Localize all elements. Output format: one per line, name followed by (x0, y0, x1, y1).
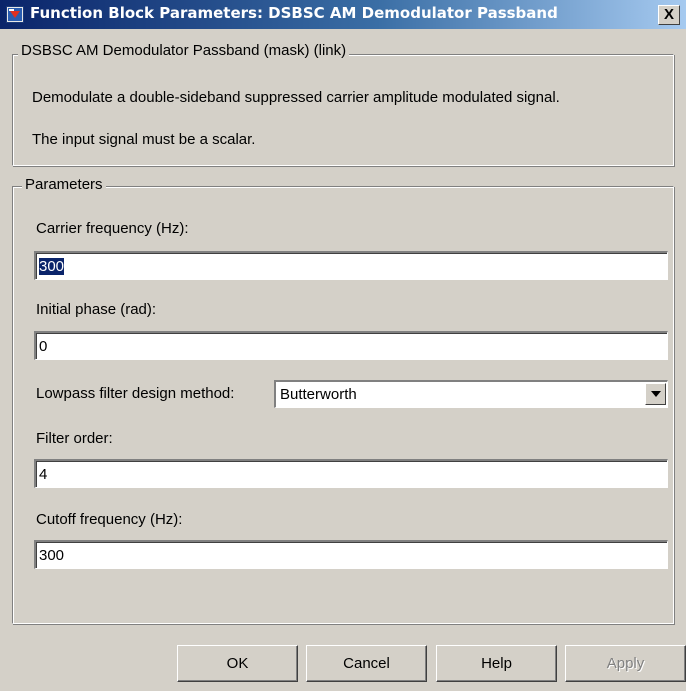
window-title: Function Block Parameters: DSBSC AM Demo… (30, 4, 558, 22)
description-group-legend: DSBSC AM Demodulator Passband (mask) (li… (18, 42, 350, 59)
cancel-button[interactable]: Cancel (306, 645, 427, 682)
description-line-2: The input signal must be a scalar. (32, 131, 256, 148)
title-bar: Function Block Parameters: DSBSC AM Demo… (0, 0, 686, 29)
filter-order-field[interactable]: 4 (34, 459, 668, 488)
filter-design-value: Butterworth (280, 386, 357, 403)
filter-order-value: 4 (39, 466, 48, 483)
initial-phase-field[interactable]: 0 (34, 331, 668, 360)
apply-button[interactable]: Apply (565, 645, 686, 682)
carrier-frequency-label: Carrier frequency (Hz): (36, 220, 189, 237)
cutoff-frequency-label: Cutoff frequency (Hz): (36, 511, 183, 528)
description-group (12, 54, 674, 166)
initial-phase-value: 0 (39, 338, 48, 355)
close-icon: X (663, 6, 674, 23)
parameters-group-legend: Parameters (22, 176, 106, 193)
simulink-block-icon (6, 6, 24, 23)
filter-design-label: Lowpass filter design method: (36, 385, 235, 402)
filter-order-label: Filter order: (36, 430, 113, 447)
carrier-frequency-field[interactable]: 300 (34, 251, 668, 280)
chevron-down-icon[interactable] (645, 383, 666, 405)
close-button[interactable]: X (658, 5, 680, 25)
description-line-1: Demodulate a double-sideband suppressed … (32, 89, 560, 106)
help-button[interactable]: Help (436, 645, 557, 682)
carrier-frequency-value: 300 (39, 258, 65, 275)
initial-phase-label: Initial phase (rad): (36, 301, 157, 318)
ok-button[interactable]: OK (177, 645, 298, 682)
cutoff-frequency-field[interactable]: 300 (34, 540, 668, 569)
cutoff-frequency-value: 300 (39, 547, 65, 564)
filter-design-select[interactable]: Butterworth (274, 380, 668, 408)
